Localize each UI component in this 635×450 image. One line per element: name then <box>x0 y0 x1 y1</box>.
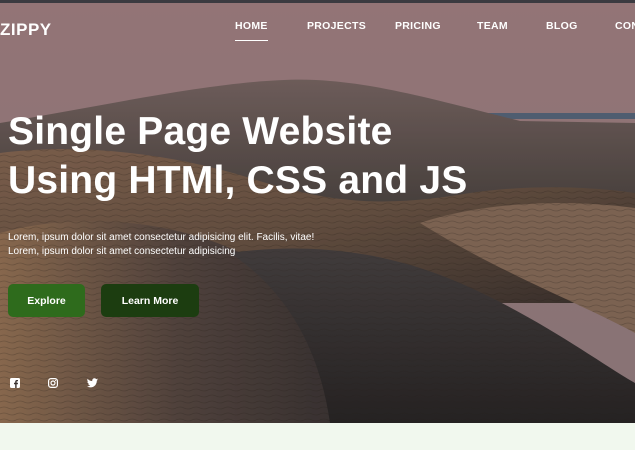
learn-more-button[interactable]: Learn More <box>101 284 199 317</box>
hero-headline-line1: Single Page Website <box>8 110 393 153</box>
nav-item-contact[interactable]: CON <box>615 20 635 36</box>
hero-background-image <box>0 3 635 423</box>
nav-item-home[interactable]: HOME <box>235 20 268 41</box>
instagram-icon[interactable] <box>47 377 59 389</box>
explore-button[interactable]: Explore <box>8 284 85 317</box>
hero-tagline-line2: Lorem, ipsum dolor sit amet consectetur … <box>8 246 236 257</box>
hero-headline: Single Page Website Using HTMl, CSS and … <box>8 107 467 205</box>
twitter-icon[interactable] <box>86 377 98 389</box>
nav-item-team[interactable]: TEAM <box>477 20 508 36</box>
hero-tagline-line1: Lorem, ipsum dolor sit amet consectetur … <box>8 232 315 243</box>
brand-logo[interactable]: ZIPPY <box>0 20 52 40</box>
nav-item-pricing[interactable]: PRICING <box>395 20 441 36</box>
facebook-icon[interactable] <box>9 377 21 389</box>
hero-section: ZIPPY HOME PROJECTS PRICING TEAM BLOG CO… <box>0 3 635 423</box>
nav-item-blog[interactable]: BLOG <box>546 20 578 36</box>
hero-headline-line2: Using HTMl, CSS and JS <box>8 159 468 202</box>
next-section-strip <box>0 423 635 450</box>
nav-item-projects[interactable]: PROJECTS <box>307 20 366 36</box>
hero-tagline: Lorem, ipsum dolor sit amet consectetur … <box>8 231 348 259</box>
